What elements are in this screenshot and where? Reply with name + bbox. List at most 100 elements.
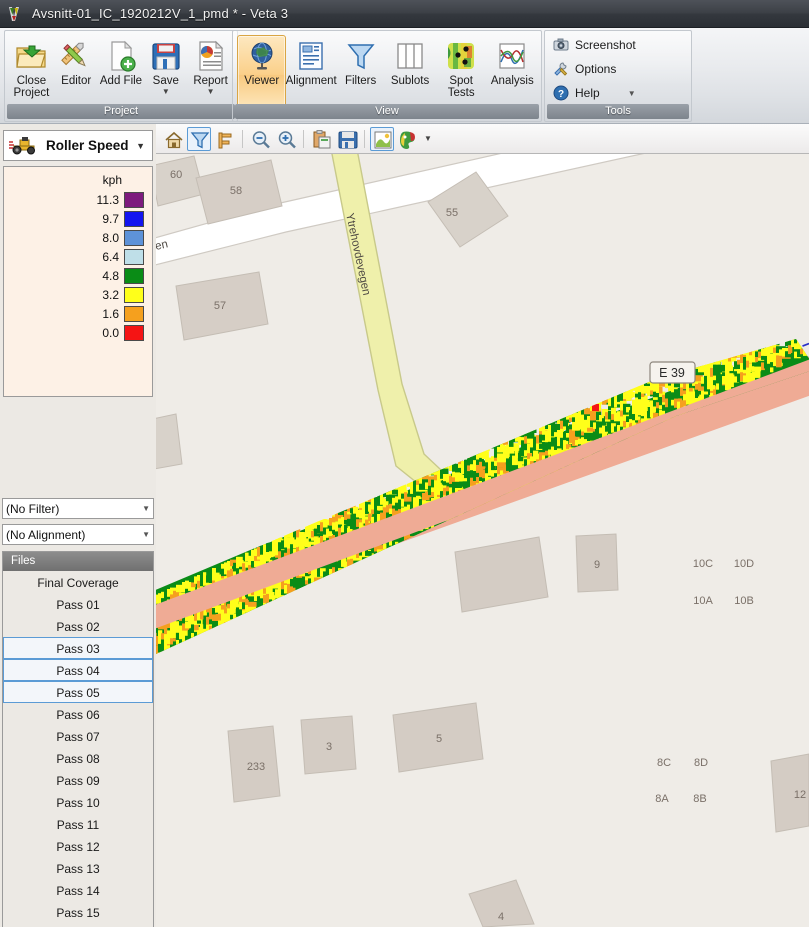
report-label: Report: [193, 75, 228, 87]
help-button[interactable]: ? Help ▼: [549, 82, 687, 104]
coverage-cell: [725, 360, 729, 367]
legend-entry-swatch: [124, 324, 144, 341]
screenshot-button[interactable]: Screenshot: [549, 34, 687, 56]
files-list-header: Files: [3, 552, 153, 571]
editor-button[interactable]: Editor: [54, 35, 99, 107]
sublots-label: Sublots: [390, 75, 430, 87]
legend-entry-value: 1.6: [102, 306, 119, 321]
options-button[interactable]: Options: [549, 58, 687, 80]
coverage-cell: [554, 426, 558, 433]
alignment-document-icon: [295, 40, 327, 72]
filter-dropdown[interactable]: (No Filter) ▼: [2, 498, 154, 519]
files-list-item[interactable]: Pass 16: [3, 923, 153, 927]
files-list-item[interactable]: Pass 12: [3, 835, 153, 857]
files-list-item[interactable]: Pass 01: [3, 593, 153, 615]
spot-tests-label: Spot Tests: [447, 75, 475, 99]
legend-entry: 3.2: [4, 285, 144, 304]
legend-entry-swatch: [124, 267, 144, 284]
analysis-button[interactable]: Analysis: [488, 35, 537, 107]
home-icon[interactable]: [161, 127, 185, 151]
legend-header-dropdown[interactable]: Roller Speed ▼: [3, 130, 153, 161]
add-file-button[interactable]: Add File: [99, 35, 144, 107]
ribbon-group-project-title: Project: [7, 104, 235, 119]
building-label: 58: [230, 185, 242, 197]
road-shield-label: E 39: [659, 366, 685, 380]
files-list-item[interactable]: Pass 07: [3, 725, 153, 747]
screenshot-label: Screenshot: [575, 38, 636, 52]
coverage-cell: [206, 575, 210, 583]
zoom-out-icon[interactable]: [248, 127, 272, 151]
files-list-item[interactable]: Pass 09: [3, 769, 153, 791]
editor-label: Editor: [61, 75, 92, 87]
sublots-button[interactable]: Sublots: [385, 35, 434, 107]
map-view[interactable]: 60 58 55 57 9 233 3 5 12 4 10C 10D 10A 1…: [156, 154, 809, 927]
report-dropdown-caret[interactable]: ▼: [207, 88, 215, 96]
alignment-button[interactable]: Alignment: [286, 35, 337, 107]
chevron-down-icon[interactable]: ▼: [142, 504, 150, 513]
files-list-item[interactable]: Final Coverage: [3, 571, 153, 593]
filters-button[interactable]: Filters: [336, 35, 385, 107]
coverage-cell: [575, 412, 579, 417]
save-label: Save: [152, 75, 179, 87]
paste-clipboard-icon[interactable]: [309, 127, 333, 151]
alignment-dropdown[interactable]: (No Alignment) ▼: [2, 524, 154, 545]
filter-dropdown-value: (No Filter): [6, 501, 60, 516]
point-label: 10A: [693, 595, 713, 607]
analysis-label: Analysis: [490, 75, 534, 87]
coverage-cell: [674, 389, 679, 399]
alignment-dropdown-value: (No Alignment): [6, 527, 86, 542]
palette-dropdown-caret[interactable]: ▼: [424, 134, 432, 143]
files-list-item[interactable]: Pass 05: [3, 681, 153, 703]
help-dropdown-caret[interactable]: ▼: [628, 89, 636, 98]
save-dropdown-caret[interactable]: ▼: [162, 88, 170, 96]
files-list-item[interactable]: Pass 11: [3, 813, 153, 835]
report-button[interactable]: Report ▼: [188, 35, 233, 107]
files-list[interactable]: Files Final Coverage Pass 01 Pass 02 Pass 0…: [2, 551, 154, 927]
coverage-cell: [629, 391, 635, 398]
files-list-item[interactable]: Pass 13: [3, 857, 153, 879]
files-list-item[interactable]: Pass 08: [3, 747, 153, 769]
building-label: 233: [247, 761, 265, 773]
tools-wrench-icon: [553, 61, 569, 77]
legend-entry-swatch: [124, 191, 144, 208]
funnel-icon: [345, 40, 377, 72]
coverage-cell: [683, 394, 687, 401]
coverage-cell: [338, 527, 342, 537]
close-project-label: Close: [16, 75, 47, 87]
coverage-cell: [239, 601, 243, 610]
filter-funnel-icon[interactable]: [187, 126, 211, 151]
coverage-cell: [476, 454, 480, 460]
files-list-item[interactable]: Pass 02: [3, 615, 153, 637]
spot-tests-button[interactable]: Spot Tests: [435, 35, 488, 107]
chevron-down-icon[interactable]: ▼: [142, 530, 150, 539]
measure-tool-icon[interactable]: [213, 127, 237, 151]
close-project-button[interactable]: Close Project: [9, 35, 54, 107]
camera-icon: [553, 37, 569, 53]
files-list-item[interactable]: Pass 14: [3, 879, 153, 901]
coverage-cell: [386, 505, 390, 513]
coverage-cell: [200, 624, 204, 630]
files-list-item[interactable]: Pass 10: [3, 791, 153, 813]
globe-icon: [246, 40, 278, 72]
application-window: Avsnitt-01_IC_1920212V_1_pmd * - Veta 3 …: [0, 0, 809, 927]
ribbon-group-project: Close Project Editor Add File Save ▼ Rep…: [4, 30, 238, 122]
chevron-down-icon[interactable]: ▼: [136, 141, 148, 151]
zoom-in-icon[interactable]: [274, 127, 298, 151]
coverage-cell: [203, 572, 207, 579]
map-layer-icon[interactable]: [370, 126, 394, 151]
save-button[interactable]: Save ▼: [143, 35, 188, 107]
save-image-icon[interactable]: [335, 127, 359, 151]
add-file-icon: [105, 40, 137, 72]
files-list-item[interactable]: Pass 15: [3, 901, 153, 923]
toolbar-separator: [364, 129, 365, 148]
files-list-item[interactable]: Pass 06: [3, 703, 153, 725]
window-title: Avsnitt-01_IC_1920212V_1_pmd * - Veta 3: [32, 6, 289, 21]
title-bar: Avsnitt-01_IC_1920212V_1_pmd * - Veta 3: [0, 0, 809, 28]
files-list-item[interactable]: Pass 03: [3, 637, 153, 659]
roller-compactor-icon: [8, 136, 40, 156]
legend-entry-value: 4.8: [102, 268, 119, 283]
viewer-button[interactable]: Viewer: [237, 35, 287, 107]
files-list-item[interactable]: Pass 04: [3, 659, 153, 681]
color-palette-icon[interactable]: [396, 127, 420, 151]
legend-unit-label: kph: [102, 173, 122, 187]
